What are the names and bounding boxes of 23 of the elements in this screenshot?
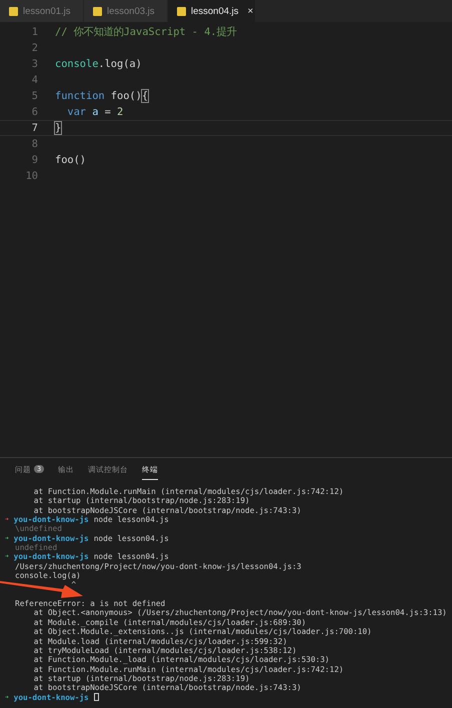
line-number: 1	[30, 26, 38, 38]
code-line: // 你不知道的JavaScript - 4.提升	[55, 25, 237, 39]
file-tab[interactable]: lesson03.js	[84, 0, 168, 22]
code-line: console.log(a)	[55, 58, 142, 70]
line-number: 3	[30, 58, 38, 70]
file-tab[interactable]: lesson01.js	[0, 0, 84, 22]
line-number: 4	[30, 74, 38, 86]
line-number: 8	[30, 138, 38, 150]
line-number: 6	[30, 106, 38, 118]
js-file-icon	[177, 6, 186, 16]
code-line: var a = 2	[66, 106, 124, 118]
js-file-icon	[93, 6, 102, 16]
line-number: 10	[24, 170, 38, 182]
code-line: foo()	[55, 154, 86, 166]
close-button[interactable]: ×	[248, 6, 254, 16]
line-number: 5	[30, 90, 38, 102]
line-number: 7	[30, 122, 38, 134]
line-number: 2	[30, 42, 38, 54]
line-number: 9	[30, 154, 38, 166]
file-tab[interactable]: lesson04.js ×	[168, 0, 256, 22]
js-file-icon	[9, 6, 18, 16]
code-line: }	[55, 122, 62, 134]
code-line: function foo(){	[55, 90, 148, 102]
